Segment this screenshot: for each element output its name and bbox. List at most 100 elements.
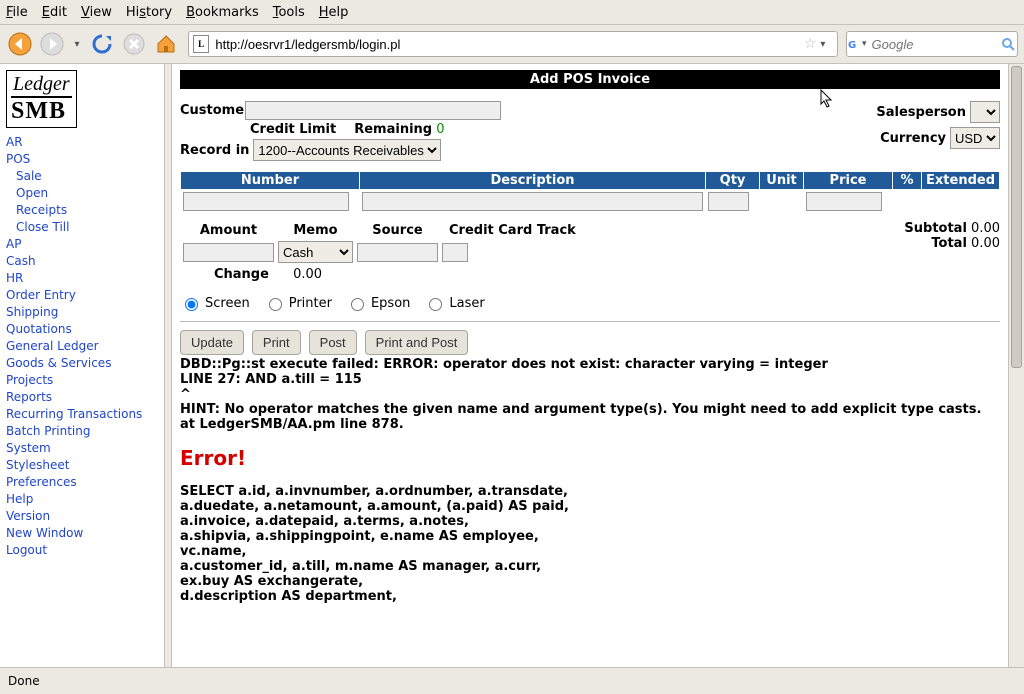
item-price-input[interactable] bbox=[806, 192, 882, 211]
print-and-post-button[interactable]: Print and Post bbox=[365, 330, 469, 355]
nav-close-till[interactable]: Close Till bbox=[6, 219, 160, 236]
radio-laser[interactable]: Laser bbox=[424, 295, 484, 311]
nav-system[interactable]: System bbox=[6, 440, 160, 457]
nav-goods-services[interactable]: Goods & Services bbox=[6, 355, 160, 372]
menu-bookmarks[interactable]: Bookmarks bbox=[186, 5, 259, 20]
forward-button bbox=[38, 30, 66, 58]
nav-batch-printing[interactable]: Batch Printing bbox=[6, 423, 160, 440]
print-button[interactable]: Print bbox=[252, 330, 301, 355]
memo-select[interactable]: Cash bbox=[278, 241, 353, 263]
nav-open[interactable]: Open bbox=[6, 185, 160, 202]
nav-recurring-transactions[interactable]: Recurring Transactions bbox=[6, 406, 160, 423]
label-memo: Memo bbox=[277, 223, 354, 238]
back-button[interactable] bbox=[6, 30, 34, 58]
nav-logout[interactable]: Logout bbox=[6, 542, 160, 559]
sql-line: SELECT a.id, a.invnumber, a.ordnumber, a… bbox=[180, 484, 1000, 499]
label-total: Total bbox=[931, 236, 967, 251]
update-button[interactable]: Update bbox=[180, 330, 244, 355]
url-bar[interactable]: L ☆ ▾ bbox=[188, 31, 838, 57]
nav-quotations[interactable]: Quotations bbox=[6, 321, 160, 338]
amount-input[interactable] bbox=[183, 243, 274, 262]
col-qty: Qty bbox=[706, 172, 760, 190]
vertical-scrollbar[interactable] bbox=[1008, 64, 1024, 667]
sql-line: d.description AS department, bbox=[180, 589, 1000, 604]
search-go-icon[interactable] bbox=[1001, 37, 1015, 51]
radio-epson[interactable]: Epson bbox=[346, 295, 410, 311]
item-number-input[interactable] bbox=[183, 192, 349, 211]
search-bar[interactable]: G ▾ bbox=[846, 31, 1018, 57]
cctrack-input[interactable] bbox=[442, 243, 468, 262]
search-engine-icon[interactable]: G bbox=[847, 37, 862, 51]
nav-preferences[interactable]: Preferences bbox=[6, 474, 160, 491]
url-input[interactable] bbox=[213, 37, 799, 52]
sql-line: a.customer_id, a.till, m.name AS manager… bbox=[180, 559, 1000, 574]
nav-hr[interactable]: HR bbox=[6, 270, 160, 287]
post-button[interactable]: Post bbox=[309, 330, 357, 355]
separator bbox=[180, 321, 1000, 322]
reload-button[interactable] bbox=[88, 30, 116, 58]
sidebar: Ledger SMB ARPOSSaleOpenReceiptsClose Ti… bbox=[0, 64, 165, 667]
sql-line: a.duedate, a.netamount, a.amount, (a.pai… bbox=[180, 499, 1000, 514]
nav-sale[interactable]: Sale bbox=[6, 168, 160, 185]
col-pct: % bbox=[893, 172, 922, 190]
browser-menubar: File Edit View History Bookmarks Tools H… bbox=[0, 0, 1024, 25]
nav-shipping[interactable]: Shipping bbox=[6, 304, 160, 321]
currency-select[interactable]: USD bbox=[950, 127, 1000, 149]
line-items-table: Number Description Qty Unit Price % Exte… bbox=[180, 171, 1000, 213]
total-value: 0.00 bbox=[971, 236, 1000, 251]
url-dropdown[interactable]: ▾ bbox=[820, 39, 833, 50]
salesperson-select[interactable] bbox=[970, 101, 1000, 123]
nav-order-entry[interactable]: Order Entry bbox=[6, 287, 160, 304]
nav-help[interactable]: Help bbox=[6, 491, 160, 508]
menu-tools[interactable]: Tools bbox=[273, 5, 305, 20]
label-amount: Amount bbox=[182, 223, 275, 238]
search-engine-dropdown[interactable]: ▾ bbox=[862, 39, 867, 49]
label-remaining: Remaining bbox=[354, 122, 432, 137]
label-subtotal: Subtotal bbox=[904, 221, 967, 236]
logo-line1: Ledger bbox=[11, 73, 72, 98]
bookmark-star-icon[interactable]: ☆ bbox=[804, 36, 817, 52]
col-extended: Extended bbox=[922, 172, 1000, 190]
col-unit: Unit bbox=[760, 172, 804, 190]
nav-reports[interactable]: Reports bbox=[6, 389, 160, 406]
nav-pos[interactable]: POS bbox=[6, 151, 160, 168]
logo: Ledger SMB bbox=[6, 70, 77, 128]
history-dropdown[interactable]: ▾ bbox=[70, 30, 84, 58]
nav-version[interactable]: Version bbox=[6, 508, 160, 525]
nav-cash[interactable]: Cash bbox=[6, 253, 160, 270]
home-button[interactable] bbox=[152, 30, 180, 58]
nav-receipts[interactable]: Receipts bbox=[6, 202, 160, 219]
error-line-4: HINT: No operator matches the given name… bbox=[180, 402, 1000, 432]
nav-ap[interactable]: AP bbox=[6, 236, 160, 253]
error-line-2: LINE 27: AND a.till = 115 bbox=[180, 372, 1000, 387]
menu-help[interactable]: Help bbox=[319, 5, 349, 20]
table-row bbox=[181, 190, 1000, 214]
main-page: Add POS Invoice Customer Credit Limit Re… bbox=[172, 64, 1008, 667]
nav-projects[interactable]: Projects bbox=[6, 372, 160, 389]
label-source: Source bbox=[356, 223, 439, 238]
record-in-select[interactable]: 1200--Accounts Receivables bbox=[253, 139, 441, 161]
item-description-input[interactable] bbox=[362, 192, 703, 211]
label-customer: Customer bbox=[180, 103, 245, 118]
pane-divider[interactable] bbox=[165, 64, 172, 667]
scrollbar-thumb[interactable] bbox=[1011, 66, 1022, 368]
sql-line: a.shipvia, a.shippingpoint, e.name AS em… bbox=[180, 529, 1000, 544]
item-qty-input[interactable] bbox=[708, 192, 749, 211]
search-input[interactable] bbox=[870, 36, 1001, 53]
nav-general-ledger[interactable]: General Ledger bbox=[6, 338, 160, 355]
nav-new-window[interactable]: New Window bbox=[6, 525, 160, 542]
nav-ar[interactable]: AR bbox=[6, 134, 160, 151]
stop-button bbox=[120, 30, 148, 58]
menu-edit[interactable]: Edit bbox=[42, 5, 67, 20]
menu-view[interactable]: View bbox=[81, 5, 112, 20]
status-bar: Done bbox=[0, 667, 1024, 694]
col-price: Price bbox=[804, 172, 893, 190]
radio-screen[interactable]: Screen bbox=[180, 295, 250, 311]
menu-file[interactable]: File bbox=[6, 5, 28, 20]
menu-history[interactable]: History bbox=[126, 5, 172, 20]
customer-input[interactable] bbox=[245, 101, 501, 120]
browser-toolbar: ▾ L ☆ ▾ G ▾ bbox=[0, 25, 1024, 64]
nav-stylesheet[interactable]: Stylesheet bbox=[6, 457, 160, 474]
source-input[interactable] bbox=[357, 243, 438, 262]
radio-printer[interactable]: Printer bbox=[264, 295, 332, 311]
